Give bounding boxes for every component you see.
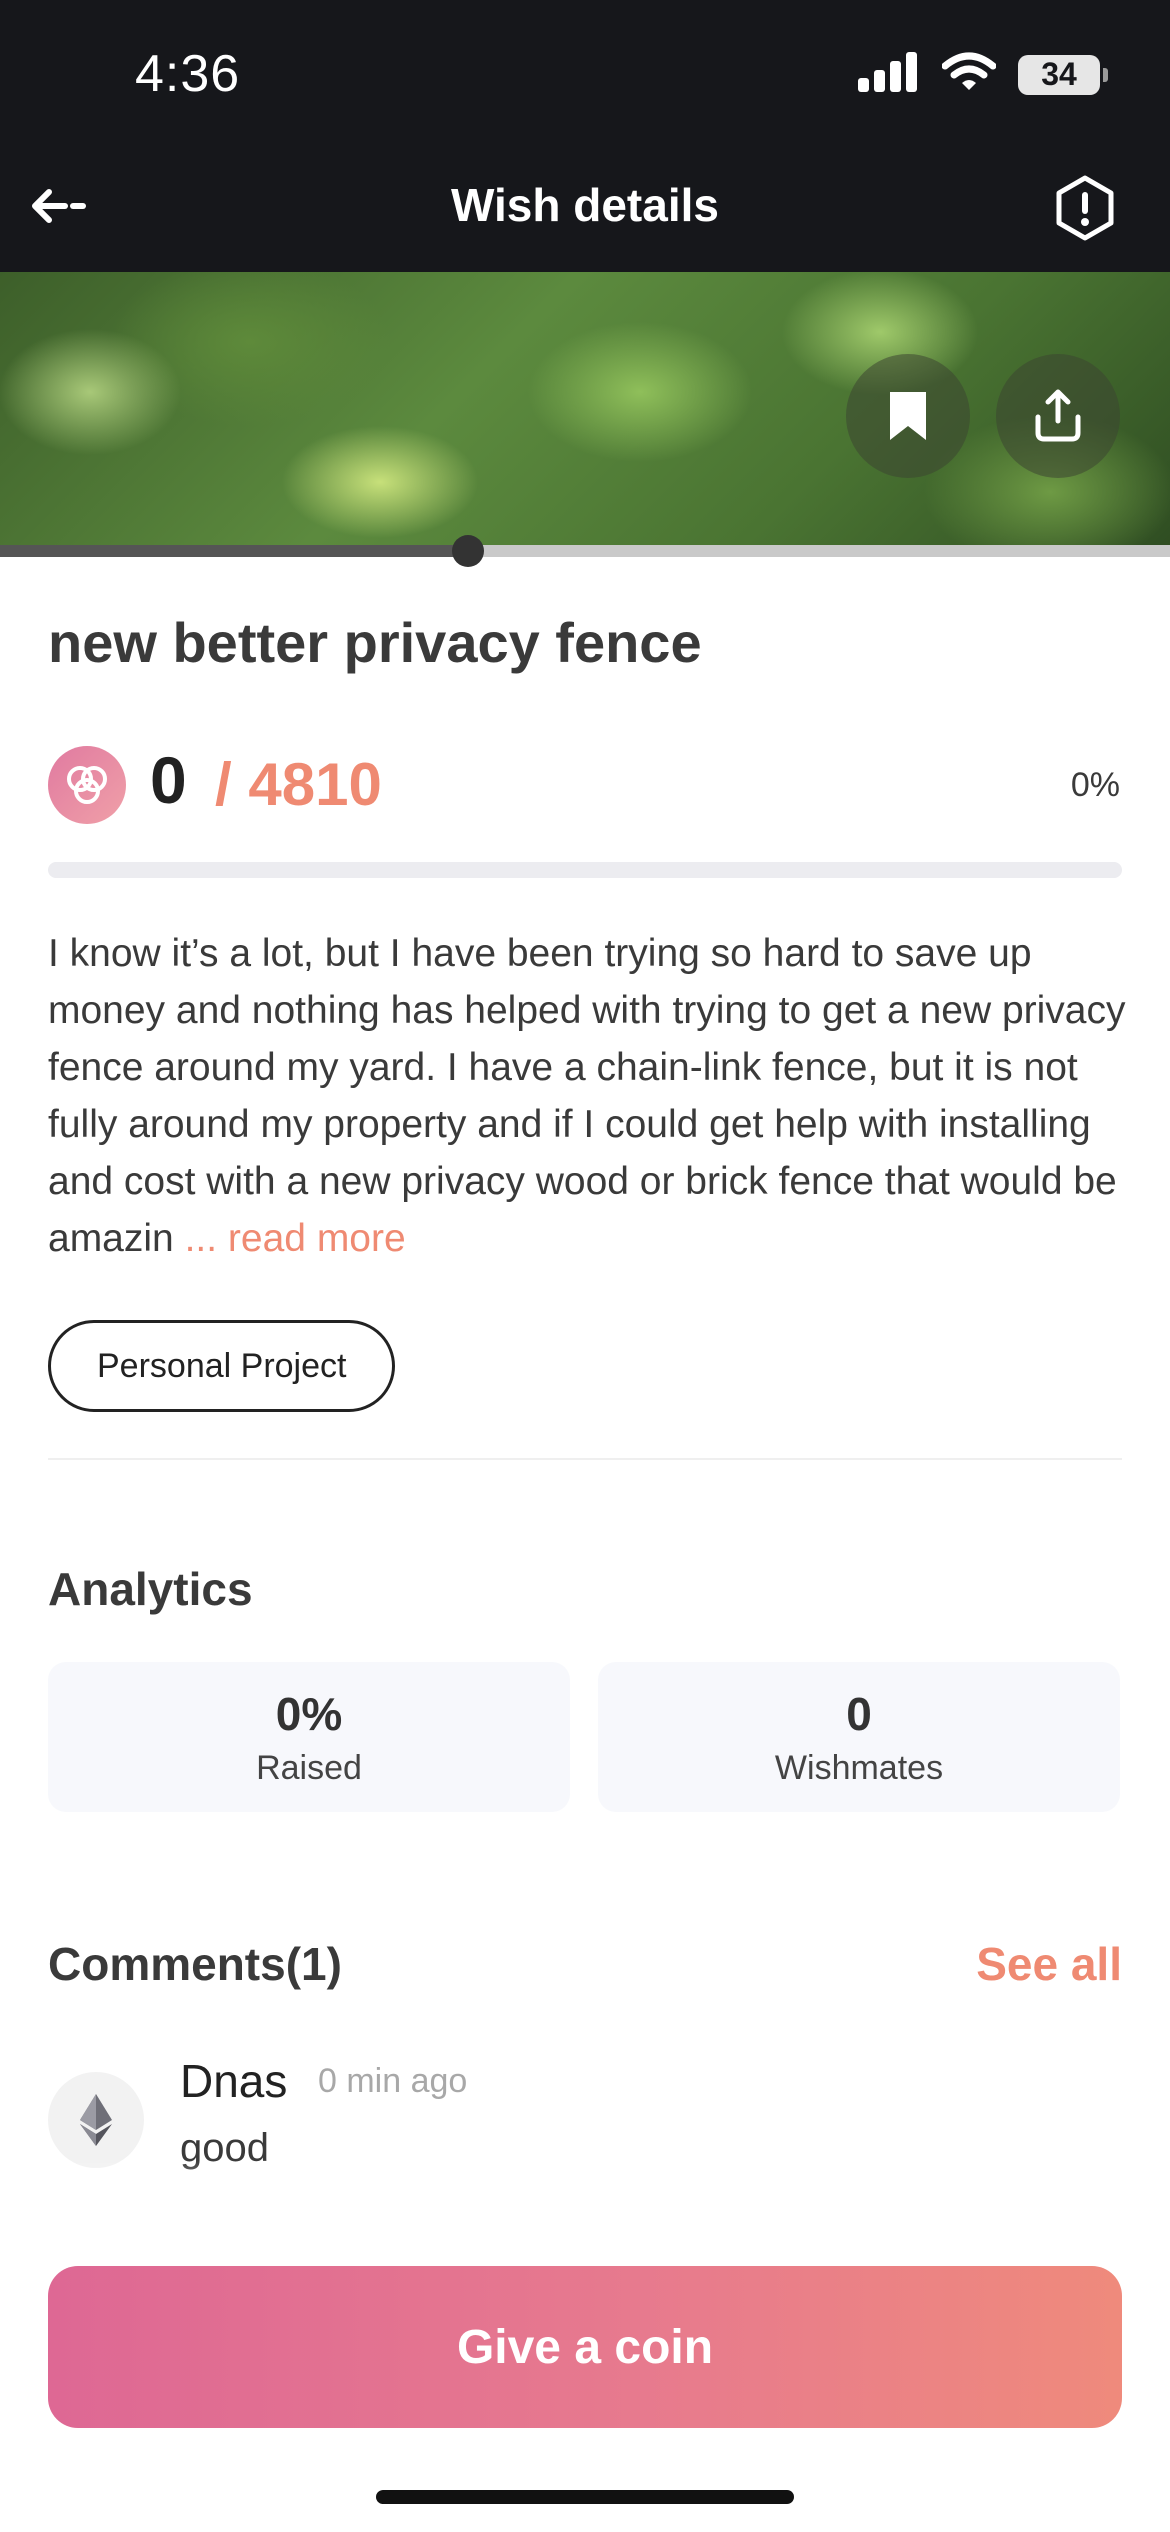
page-title: Wish details [451,179,719,231]
stat-value: 0 [846,1687,872,1740]
read-more-link[interactable]: ... read more [185,1217,406,1260]
funding-progress-bar [48,862,1122,878]
media-scrubber-fill [0,545,468,557]
top-bar: 4:36 34 Wish details [0,0,1170,272]
bookmark-icon [890,392,926,440]
signal-icon [858,52,920,97]
stat-value: 0% [275,1687,343,1740]
analytics-heading: Analytics [48,1563,253,1615]
wish-media-image[interactable] [0,272,1170,552]
bottom-fade [0,2160,1170,2220]
status-icons: 34 [858,52,1108,97]
comments-heading: Comments(1) [48,1938,342,1990]
give-coin-button[interactable]: Give a coin [48,2266,1122,2428]
category-tag[interactable]: Personal Project [48,1320,396,1412]
avatar[interactable] [48,2072,144,2168]
description-text: I know it’s a lot, but I have been tryin… [48,932,1126,1260]
home-indicator [376,2490,794,2504]
media-scrubber[interactable] [0,535,1170,567]
alert-hexagon-icon [1056,175,1114,241]
status-time: 4:36 [135,45,241,103]
coin-icon [48,746,126,824]
stat-card-wishmates: 0 Wishmates [598,1662,1120,1812]
see-all-comments-link[interactable]: See all [976,1937,1122,1991]
ethereum-icon [80,2094,112,2146]
battery-indicator: 34 [1018,54,1108,95]
goal-amount: / 4810 [215,751,382,818]
progress-percent: 0% [1070,766,1120,804]
stat-label: Raised [256,1748,362,1787]
report-button[interactable] [1050,173,1120,243]
stat-label: Wishmates [774,1748,944,1787]
raised-amount: 0 [150,743,187,817]
wish-description: I know it’s a lot, but I have been tryin… [48,925,1128,1267]
stat-card-raised: 0% Raised [48,1662,570,1812]
media-scrubber-handle[interactable] [452,535,484,567]
share-button[interactable] [996,354,1120,478]
wifi-icon [941,52,997,97]
comment-timestamp: 0 min ago [318,2062,468,2100]
wish-title: new better privacy fence [48,611,702,674]
section-divider [48,1458,1122,1460]
comment-username[interactable]: Dnas [180,2054,287,2108]
share-icon [1035,389,1081,442]
bookmark-button[interactable] [846,354,970,478]
